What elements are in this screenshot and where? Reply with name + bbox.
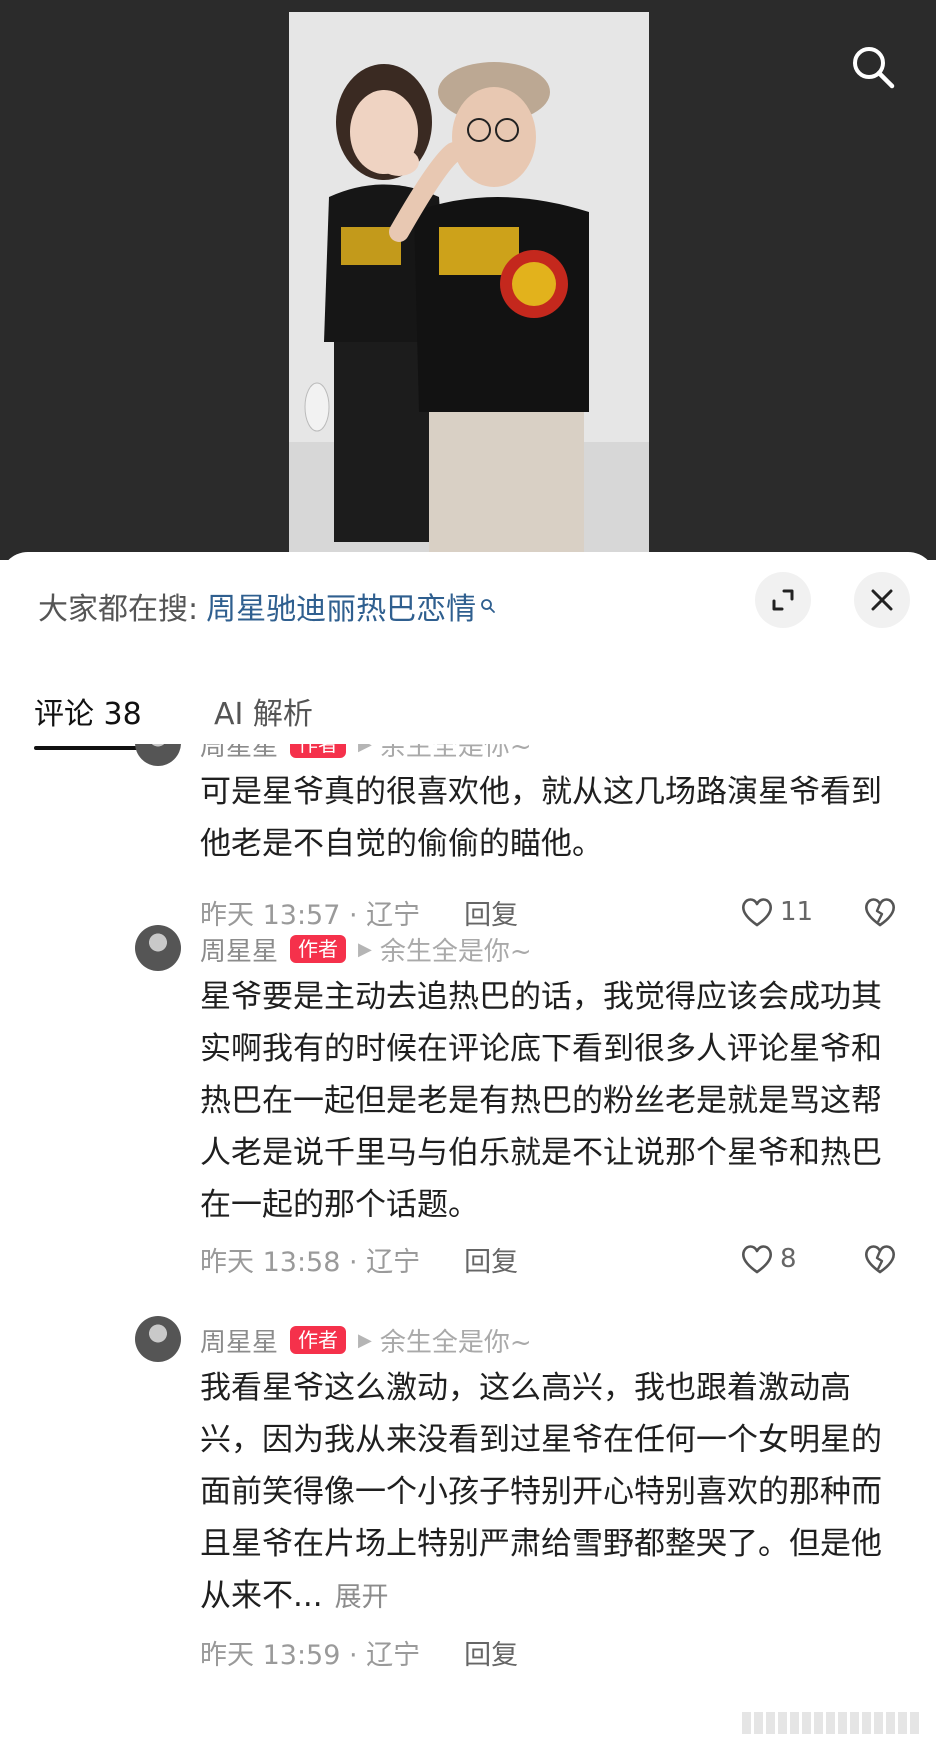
author-badge: 作者 — [290, 935, 347, 963]
comment-list[interactable]: 周星星 作者 ▶ 余生全是你~ 可是星爷真的很喜欢他，就从这几场路演星爷看到他老… — [0, 744, 936, 1740]
trending-search-bar[interactable]: 大家都在搜: 周星驰迪丽热巴恋情 — [38, 584, 496, 628]
close-button[interactable] — [854, 572, 910, 628]
avatar[interactable] — [135, 1316, 181, 1362]
tab-comments[interactable]: 评论 38 — [34, 672, 142, 750]
expand-comment-link[interactable]: 展开 — [335, 1582, 389, 1613]
comment-header: 周星星 作者 ▶ 余生全是你~ — [200, 744, 532, 762]
reply-arrow-icon: ▶ — [358, 1329, 372, 1351]
expand-button[interactable] — [755, 572, 811, 628]
comment-item: 周星星 作者 ▶ 余生全是你~ 可是星爷真的很喜欢他，就从这几场路演星爷看到他老… — [0, 744, 936, 950]
reply-arrow-icon: ▶ — [358, 744, 372, 755]
author-badge: 作者 — [290, 1326, 347, 1354]
comment-meta: 昨天 13:57 · 辽宁 回复 — [200, 892, 518, 932]
reply-arrow-icon: ▶ — [358, 938, 372, 960]
reply-button[interactable]: 回复 — [464, 893, 518, 932]
reply-to-name[interactable]: 余生全是你~ — [380, 931, 532, 968]
search-icon — [481, 599, 496, 613]
like-count: 11 — [780, 897, 814, 927]
like-count: 8 — [780, 1244, 797, 1274]
dislike-button[interactable] — [860, 1239, 900, 1279]
tab-bar: 评论 38 AI 解析 — [0, 672, 936, 752]
comment-header: 周星星 作者 ▶ 余生全是你~ — [200, 931, 532, 967]
expand-icon — [772, 589, 794, 611]
like-button[interactable]: 8 — [740, 1239, 797, 1279]
reply-button[interactable]: 回复 — [464, 1633, 518, 1672]
reply-to-name[interactable]: 余生全是你~ — [380, 1322, 532, 1359]
author-name[interactable]: 周星星 — [200, 931, 278, 968]
author-name[interactable]: 周星星 — [200, 1322, 278, 1359]
broken-heart-icon — [865, 898, 895, 927]
like-button[interactable]: 11 — [740, 892, 813, 932]
trending-prefix: 大家都在搜: — [38, 592, 199, 627]
comment-sheet: 大家都在搜: 周星驰迪丽热巴恋情 评论 38 AI 解析 周星星 作者 ▶ 余生… — [0, 552, 936, 1740]
tab-ai-analysis[interactable]: AI 解析 — [214, 672, 313, 750]
comment-meta: 昨天 13:59 · 辽宁 回复 — [200, 1632, 518, 1672]
comment-text-content: 我看星爷这么激动，这么高兴，我也跟着激动高兴，因为我从来没看到过星爷在任何一个女… — [200, 1370, 882, 1614]
comment-time-location: 昨天 13:58 · 辽宁 — [200, 1246, 421, 1278]
avatar[interactable] — [135, 925, 181, 971]
dislike-button[interactable] — [860, 892, 900, 932]
heart-icon — [742, 1245, 772, 1274]
comment-text[interactable]: 我看星爷这么激动，这么高兴，我也跟着激动高兴，因为我从来没看到过星爷在任何一个女… — [200, 1362, 900, 1624]
video-still-people — [289, 12, 649, 552]
reply-to-name[interactable]: 余生全是你~ — [380, 744, 532, 763]
comment-text[interactable]: 星爷要是主动去追热巴的话，我觉得应该会成功其实啊我有的时候在评论底下看到很多人评… — [200, 971, 900, 1231]
comment-item: 周星星 作者 ▶ 余生全是你~ 我看星爷这么激动，这么高兴，我也跟着激动高兴，因… — [0, 1316, 936, 1740]
trending-query-link[interactable]: 周星驰迪丽热巴恋情 — [206, 584, 476, 628]
comment-header: 周星星 作者 ▶ 余生全是你~ — [200, 1322, 532, 1358]
video-player[interactable] — [0, 0, 936, 560]
search-icon — [853, 47, 895, 89]
heart-icon — [742, 898, 772, 927]
close-icon — [871, 589, 893, 611]
broken-heart-icon — [865, 1245, 895, 1274]
author-name[interactable]: 周星星 — [200, 744, 278, 763]
comment-time-location: 昨天 13:57 · 辽宁 — [200, 899, 421, 931]
search-button[interactable] — [846, 40, 900, 94]
watermark-barcode — [742, 1712, 922, 1734]
author-badge: 作者 — [290, 744, 347, 758]
comment-text[interactable]: 可是星爷真的很喜欢他，就从这几场路演星爷看到他老是不自觉的偷偷的瞄他。 — [200, 766, 900, 870]
video-frame — [289, 12, 649, 552]
comment-meta: 昨天 13:58 · 辽宁 回复 — [200, 1239, 518, 1279]
avatar[interactable] — [135, 744, 181, 766]
comment-time-location: 昨天 13:59 · 辽宁 — [200, 1639, 421, 1671]
reply-button[interactable]: 回复 — [464, 1240, 518, 1279]
